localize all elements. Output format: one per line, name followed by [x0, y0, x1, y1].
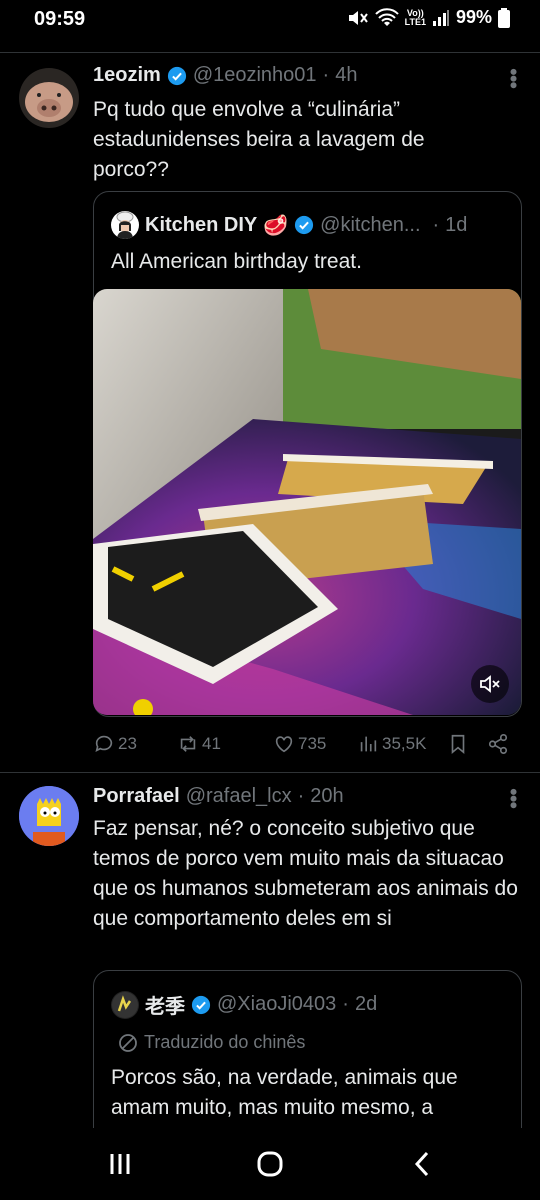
- verified-icon: [191, 995, 211, 1014]
- avatar[interactable]: [19, 786, 79, 846]
- quote-timestamp[interactable]: 2d: [355, 993, 377, 1016]
- android-nav-bar: [0, 1128, 540, 1200]
- status-time: 09:59: [34, 8, 86, 30]
- mute-status-icon: [348, 10, 368, 25]
- retweet-count: 41: [202, 734, 221, 753]
- author-handle[interactable]: @rafael_lcx: [186, 785, 292, 808]
- reply-count: 23: [118, 734, 137, 753]
- quoted-tweet-header: Kitchen DIY 🥩 @kitchen... · 1d: [111, 211, 467, 239]
- tweet-text: Faz pensar, né? o conceito subjetivo que…: [93, 817, 518, 930]
- globe-icon: [119, 1033, 137, 1052]
- translated-badge[interactable]: Traduzido do chinês: [118, 1032, 305, 1053]
- status-bar: 09:59 Vo)) LTE1 99%: [0, 0, 540, 38]
- bookmark-icon: [451, 734, 465, 755]
- cake-video-frame: [93, 289, 521, 715]
- like-button[interactable]: 735: [273, 733, 326, 755]
- quote-avatar[interactable]: [111, 211, 139, 239]
- quoted-tweet-header: 老季 @XiaoJi0403 · 2d: [111, 990, 377, 1019]
- lte-bottom: LTE1: [404, 16, 426, 27]
- quote-avatar[interactable]: [111, 990, 139, 1019]
- bookmark-button[interactable]: [447, 733, 469, 755]
- home-icon: [257, 1151, 283, 1177]
- author-handle[interactable]: @1eozinho01: [193, 64, 317, 87]
- quote-text: All American birthday treat.: [111, 250, 362, 273]
- translated-label: Traduzido do chinês: [144, 1032, 306, 1052]
- pig-quote-avatar-image: [112, 991, 138, 1018]
- separator: ·: [322, 64, 330, 86]
- wifi-icon: [374, 7, 399, 26]
- retweet-button[interactable]: 41: [177, 733, 221, 755]
- signal-icon: [432, 9, 449, 26]
- author-name[interactable]: 1eozim: [93, 64, 161, 87]
- reply-icon: [95, 735, 113, 752]
- avatar[interactable]: [19, 68, 79, 128]
- quote-author-name[interactable]: 老季: [145, 990, 185, 1019]
- separator: ·: [297, 785, 305, 807]
- lte-indicator: Vo)) LTE1: [404, 8, 426, 27]
- reply-button[interactable]: 23: [93, 733, 137, 755]
- quote-author-handle[interactable]: @XiaoJi0403: [217, 993, 336, 1016]
- author-name[interactable]: Porrafael: [93, 785, 180, 808]
- status-icons: Vo)) LTE1 99%: [347, 7, 510, 28]
- verified-icon: [167, 66, 186, 85]
- share-icon: [488, 734, 508, 754]
- quote-timestamp[interactable]: 1d: [445, 214, 467, 237]
- tweet-header: Porrafael @rafael_lcx · 20h: [93, 785, 344, 808]
- steak-emoji: 🥩: [263, 214, 289, 237]
- recents-icon: [110, 1154, 130, 1174]
- tweet-header: 1eozim @1eozinho01 · 4h: [93, 64, 357, 87]
- more-options-icon[interactable]: •••: [500, 68, 526, 88]
- chef-avatar-image: [116, 211, 134, 239]
- back-icon: [414, 1151, 429, 1177]
- verified-icon: [295, 215, 314, 235]
- timestamp[interactable]: 20h: [310, 785, 343, 808]
- views-icon: [360, 736, 377, 752]
- mute-icon[interactable]: [471, 665, 509, 703]
- home-button[interactable]: [250, 1148, 290, 1180]
- tweet-text: Pq tudo que envolve a “culinária” estadu…: [93, 98, 425, 181]
- like-icon: [275, 736, 293, 753]
- video-media[interactable]: [93, 289, 521, 715]
- share-button[interactable]: [487, 733, 509, 755]
- like-count: 735: [298, 734, 327, 753]
- views-button[interactable]: 35,5K: [357, 733, 426, 755]
- retweet-icon: [180, 736, 196, 752]
- quote-author-name[interactable]: Kitchen DIY: [145, 214, 257, 237]
- battery-percent: 99%: [455, 7, 492, 27]
- bart-avatar-image: [19, 786, 79, 846]
- separator: ·: [342, 993, 349, 1015]
- tweet-actions: 23 41 735 35,5K: [93, 730, 523, 760]
- battery-icon: [498, 7, 510, 28]
- views-count: 35,5K: [382, 734, 427, 753]
- tweet-divider: [0, 772, 540, 773]
- pig-avatar-image: [25, 82, 73, 122]
- top-divider: [0, 52, 540, 53]
- recents-button[interactable]: [100, 1148, 140, 1180]
- more-options-icon[interactable]: •••: [500, 788, 526, 808]
- quote-text: Porcos são, na verdade, animais que amam…: [111, 1066, 458, 1119]
- timestamp[interactable]: 4h: [335, 64, 357, 87]
- quote-author-handle[interactable]: @kitchen...: [320, 214, 420, 237]
- separator: ·: [432, 213, 440, 236]
- back-button[interactable]: [402, 1148, 442, 1180]
